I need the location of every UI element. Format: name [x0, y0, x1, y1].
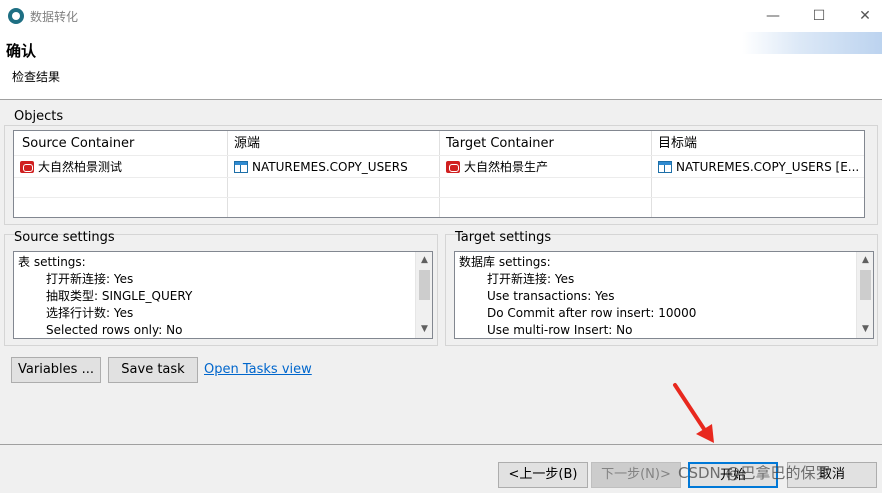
source-table-name: NATUREMES.COPY_USERS — [252, 160, 408, 174]
column-header-source-container[interactable]: Source Container — [16, 133, 226, 155]
title-bar: 数据转化 — ☐ ✕ — [0, 0, 882, 32]
minimize-icon[interactable]: — — [750, 2, 796, 30]
settings-line: Use multi-row Insert: No — [487, 323, 633, 337]
source-settings-scrollbar[interactable]: ▲ ▼ — [415, 252, 432, 338]
page-title: 确认 — [6, 42, 37, 60]
scroll-thumb[interactable] — [419, 270, 430, 300]
settings-line: Do Commit after row insert: 10000 — [487, 306, 697, 320]
close-icon[interactable]: ✕ — [842, 2, 882, 30]
save-task-button[interactable]: Save task — [108, 357, 198, 383]
scroll-thumb[interactable] — [860, 270, 871, 300]
table-cell-target[interactable]: NATUREMES.COPY_USERS [E... — [652, 156, 864, 178]
source-container-name: 大自然柏景测试 — [38, 160, 123, 174]
page-subtitle: 检查结果 — [12, 70, 61, 84]
settings-line: 数据库 settings: — [459, 255, 551, 269]
scroll-down-icon[interactable]: ▼ — [416, 321, 432, 338]
target-table-name: NATUREMES.COPY_USERS [E... — [676, 160, 860, 174]
source-settings-label: Source settings — [14, 230, 115, 245]
settings-line: 打开新连接: Yes — [487, 272, 575, 286]
column-header-target-container[interactable]: Target Container — [440, 133, 650, 155]
scroll-up-icon[interactable]: ▲ — [857, 252, 873, 269]
objects-label: Objects — [14, 109, 64, 124]
settings-line: 选择行计数: Yes — [46, 306, 134, 320]
back-button[interactable]: <上一步(B) — [498, 462, 588, 488]
objects-table[interactable]: Source Container 源端 Target Container 目标端… — [13, 130, 865, 218]
target-settings-text[interactable]: 数据库 settings: 打开新连接: Yes Use transaction… — [454, 251, 874, 339]
maximize-icon[interactable]: ☐ — [796, 2, 842, 30]
next-button[interactable]: 下一步(N)> — [591, 462, 681, 488]
table-icon — [658, 161, 672, 173]
settings-line: Selected rows only: No — [46, 323, 183, 337]
scroll-up-icon[interactable]: ▲ — [416, 252, 432, 269]
settings-line: 表 settings: — [18, 255, 86, 269]
annotation-arrow-icon — [673, 383, 714, 443]
table-icon — [234, 161, 248, 173]
app-icon — [8, 8, 24, 24]
header-banner — [742, 32, 882, 54]
settings-line: 抽取类型: SINGLE_QUERY — [46, 289, 193, 303]
settings-line: Use transactions: Yes — [487, 289, 615, 303]
table-cell-source[interactable]: NATUREMES.COPY_USERS — [228, 156, 438, 178]
watermark: CSDN @巴拿巴的保罗 — [678, 464, 831, 482]
table-cell-target-container[interactable]: 大自然柏景生产 — [440, 156, 650, 178]
variables-button[interactable]: Variables ... — [11, 357, 101, 383]
target-container-name: 大自然柏景生产 — [464, 160, 549, 174]
window-title: 数据转化 — [30, 10, 79, 24]
open-tasks-view-link[interactable]: Open Tasks view — [204, 362, 312, 377]
row-divider — [14, 197, 864, 198]
source-settings-text[interactable]: 表 settings: 打开新连接: Yes 抽取类型: SINGLE_QUER… — [13, 251, 433, 339]
database-icon — [20, 161, 34, 173]
column-header-source[interactable]: 源端 — [228, 133, 438, 155]
target-settings-label: Target settings — [455, 230, 552, 245]
settings-line: 打开新连接: Yes — [46, 272, 134, 286]
scroll-down-icon[interactable]: ▼ — [857, 321, 873, 338]
table-cell-source-container[interactable]: 大自然柏景测试 — [16, 156, 226, 178]
wizard-header: 确认 检查结果 — [0, 32, 882, 100]
column-header-target[interactable]: 目标端 — [652, 133, 864, 155]
target-settings-scrollbar[interactable]: ▲ ▼ — [856, 252, 873, 338]
footer-separator — [0, 444, 882, 445]
database-icon — [446, 161, 460, 173]
